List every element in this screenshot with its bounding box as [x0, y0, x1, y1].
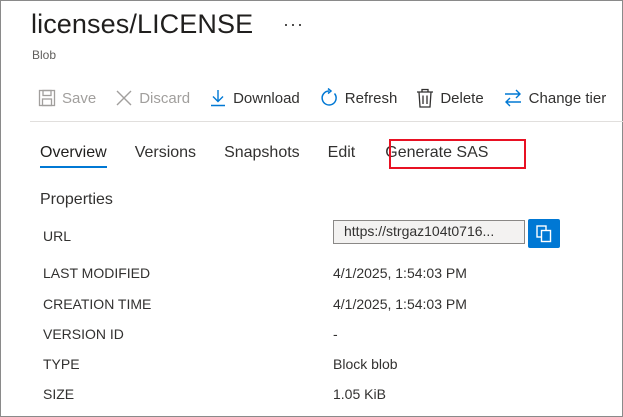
properties-heading: Properties: [40, 191, 113, 208]
tab-versions[interactable]: Versions: [135, 144, 196, 168]
url-label: URL: [43, 228, 72, 244]
trash-icon: [417, 88, 434, 108]
page-subtitle: Blob: [32, 48, 57, 62]
change-tier-button[interactable]: Change tier: [503, 89, 607, 107]
page-title: licenses/LICENSE: [31, 9, 254, 39]
property-label-last-modified: LAST MODIFIED: [43, 265, 151, 281]
generate-sas-highlight-box: [389, 139, 526, 169]
refresh-button[interactable]: Refresh: [319, 88, 398, 108]
save-button[interactable]: Save: [38, 89, 96, 107]
tab-edit[interactable]: Edit: [328, 144, 356, 168]
swap-arrows-icon: [504, 89, 521, 107]
copy-url-button[interactable]: [528, 219, 560, 248]
delete-button[interactable]: Delete: [416, 88, 484, 108]
property-label-type: TYPE: [43, 356, 80, 372]
url-field[interactable]: https://strgaz104t0716...: [333, 220, 525, 244]
property-label-creation-time: CREATION TIME: [43, 296, 152, 312]
download-button[interactable]: Download: [209, 89, 300, 107]
property-value-creation-time: 4/1/2025, 1:54:03 PM: [333, 296, 467, 312]
property-value-size: 1.05 KiB: [333, 386, 386, 402]
download-icon: [211, 90, 226, 107]
refresh-icon: [321, 88, 337, 106]
property-value-version-id: -: [333, 326, 338, 342]
tab-snapshots[interactable]: Snapshots: [224, 144, 300, 168]
property-label-size: SIZE: [43, 386, 75, 402]
change-tier-label: Change tier: [528, 89, 607, 107]
close-icon: [116, 90, 132, 106]
download-label: Download: [233, 89, 300, 107]
refresh-label: Refresh: [344, 89, 398, 107]
discard-label: Discard: [139, 89, 191, 107]
property-value-type: Block blob: [333, 356, 398, 372]
command-bar: Save Discard Download Refresh Delete Cha…: [38, 84, 623, 112]
tab-overview[interactable]: Overview: [40, 144, 107, 168]
delete-label: Delete: [440, 89, 484, 107]
property-value-last-modified: 4/1/2025, 1:54:03 PM: [333, 265, 467, 281]
save-icon: [38, 89, 56, 107]
discard-button[interactable]: Discard: [115, 89, 190, 107]
copy-icon: [536, 224, 552, 242]
property-label-version-id: VERSION ID: [43, 326, 124, 342]
toolbar-divider: [30, 121, 623, 122]
save-label: Save: [62, 89, 97, 107]
more-options-button[interactable]: ···: [283, 14, 304, 35]
